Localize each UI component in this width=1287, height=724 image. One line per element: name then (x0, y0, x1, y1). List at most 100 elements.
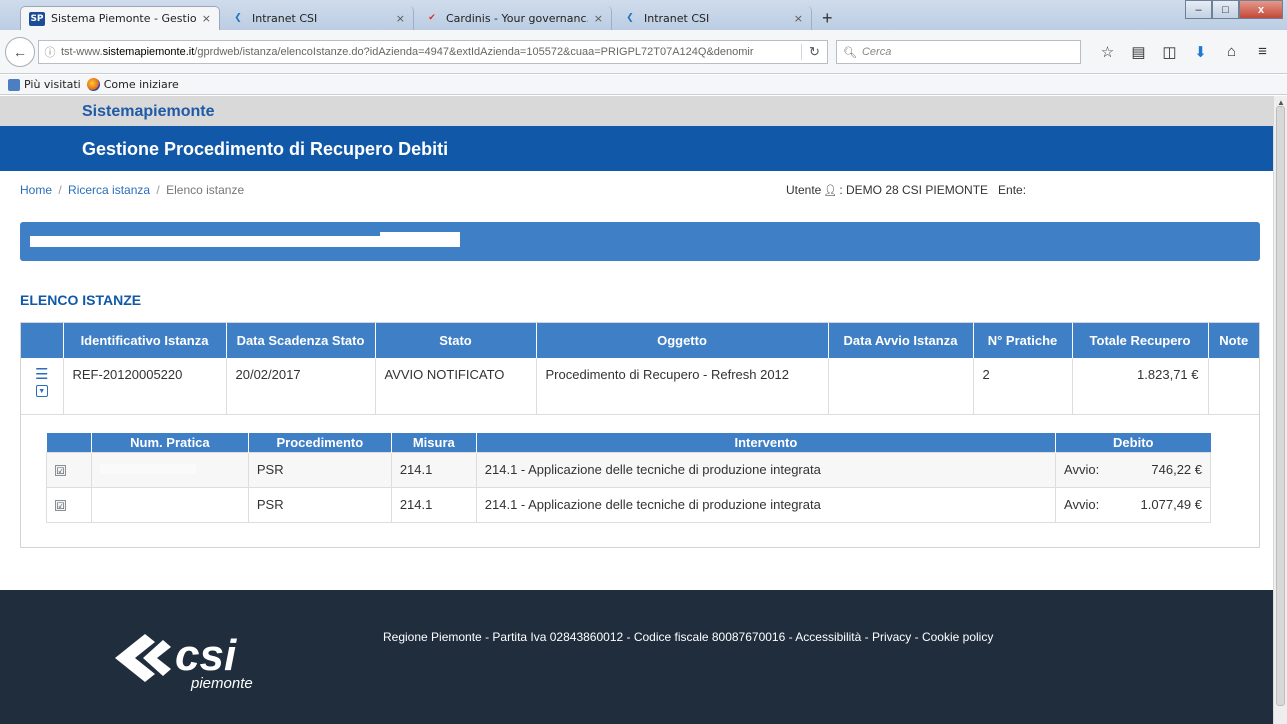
col-header-n-pratiche[interactable]: N° Pratiche (973, 323, 1073, 358)
menu-icon[interactable]: ≡ (1247, 43, 1278, 61)
table-row: ☑ PSR 214.1 214.1 - Applicazione delle t… (46, 486, 1211, 523)
debito-value: 746,22 € (1151, 462, 1202, 477)
col-header-totale[interactable]: Totale Recupero (1072, 323, 1209, 358)
browser-nav-bar: ← ⓘ tst-www.sistemapiemonte.it/gprdweb/i… (0, 30, 1287, 74)
breadcrumb-home[interactable]: Home (20, 183, 52, 197)
breadcrumb-separator: / (58, 183, 62, 197)
minimize-button[interactable]: – (1185, 0, 1212, 19)
search-icon: 🔍︎ (843, 46, 857, 59)
col-header-data-avvio[interactable]: Data Avvio Istanza (828, 323, 974, 358)
close-window-button[interactable]: x (1239, 0, 1283, 19)
bookmarks-list-icon[interactable]: ▤ (1123, 43, 1154, 61)
cell-procedimento: PSR (247, 451, 392, 488)
tab-close-icon[interactable]: × (396, 12, 405, 25)
row-checkbox[interactable]: ☑ (55, 465, 66, 476)
svg-text:piemonte: piemonte (190, 675, 253, 692)
bookmark-most-visited[interactable]: Più visitati (24, 78, 81, 91)
most-visited-icon (8, 78, 20, 91)
download-icon[interactable]: ⬇ (1185, 43, 1216, 61)
brand-name[interactable]: Sistemapiemonte (82, 103, 214, 121)
debito-value: 1.077,49 € (1140, 497, 1202, 512)
col-header-debito[interactable]: Debito (1055, 433, 1211, 452)
redacted-text (99, 464, 196, 474)
expand-row-icon[interactable]: ▼ (35, 385, 48, 397)
sp-favicon-icon: SP (29, 11, 45, 26)
cell-intervento: 214.1 - Applicazione delle tecniche di p… (475, 486, 1057, 523)
cell-intervento: 214.1 - Applicazione delle tecniche di p… (475, 451, 1057, 488)
cell-procedimento: PSR (247, 486, 392, 523)
cell-select: ☑ (46, 451, 92, 488)
csi-favicon-icon: ❮ (234, 13, 242, 23)
cell-n-pratiche: 2 (973, 358, 1073, 415)
home-icon[interactable]: ⌂ (1216, 43, 1247, 61)
tab-title: Intranet CSI (644, 11, 710, 25)
app-title-bar: Gestione Procedimento di Recupero Debiti (0, 126, 1273, 171)
tab-title: Sistema Piemonte - Gestio... (51, 12, 196, 25)
page-footer: csi piemonte Regione Piemonte - Partita … (0, 590, 1273, 724)
tab-close-icon[interactable]: × (202, 12, 211, 25)
col-header-procedimento[interactable]: Procedimento (248, 433, 392, 452)
search-input[interactable]: 🔍︎ Cerca (836, 40, 1081, 64)
window-controls: – □ x (1185, 0, 1283, 19)
col-header-data-scadenza[interactable]: Data Scadenza Stato (226, 323, 376, 358)
col-header-identificativo[interactable]: Identificativo Istanza (63, 323, 227, 358)
footer-legal-text[interactable]: Regione Piemonte - Partita Iva 028438600… (383, 630, 993, 644)
browser-tab-cardinis[interactable]: ✔ Cardinis - Your governanc... × (416, 6, 612, 30)
breadcrumb-ricerca[interactable]: Ricerca istanza (68, 183, 150, 197)
reload-icon[interactable]: ↻ (801, 44, 827, 60)
col-header-note[interactable]: Note (1208, 323, 1259, 358)
cell-misura: 214.1 (390, 451, 477, 488)
pratiche-table: Num. Pratica Procedimento Misura Interve… (46, 433, 1211, 523)
new-tab-button[interactable]: + (822, 8, 833, 29)
cardinis-favicon-icon: ✔ (428, 13, 436, 23)
cell-oggetto: Procedimento di Recupero - Refresh 2012 (536, 358, 829, 415)
cell-stato: AVVIO NOTIFICATO (375, 358, 537, 415)
cell-num-pratica (90, 451, 249, 488)
cell-misura: 214.1 (390, 486, 477, 523)
col-header-misura[interactable]: Misura (391, 433, 477, 452)
breadcrumb: Home / Ricerca istanza / Elenco istanze (20, 183, 244, 197)
debito-label: Avvio: (1064, 497, 1100, 512)
row-actions-cell: ☰ ▼ (21, 358, 64, 415)
url-text: tst-www.sistemapiemonte.it/gprdweb/istan… (61, 46, 754, 58)
firefox-icon (86, 78, 100, 91)
user-icon: 👤︎ (823, 185, 838, 197)
pocket-icon[interactable]: ◫ (1154, 43, 1185, 61)
page-scrollbar[interactable]: ▲ (1273, 96, 1287, 724)
col-header-num-pratica[interactable]: Num. Pratica (91, 433, 249, 452)
cell-num-pratica (90, 486, 249, 523)
back-button[interactable]: ← (5, 37, 35, 67)
table-row: ☰ ▼ REF-20120005220 20/02/2017 AVVIO NOT… (21, 358, 1259, 415)
browser-tab-intranet-csi[interactable]: ❮ Intranet CSI × (222, 6, 414, 30)
user-info: Utente 👤︎: DEMO 28 CSI PIEMONTE Ente: (786, 183, 1026, 197)
row-checkbox[interactable]: ☑ (55, 500, 66, 511)
table-header-row: Identificativo Istanza Data Scadenza Sta… (21, 323, 1259, 358)
cell-data-avvio (828, 358, 974, 415)
svg-text:csi: csi (175, 631, 237, 680)
browser-tab-sistema-piemonte[interactable]: SP Sistema Piemonte - Gestio... × (20, 6, 220, 30)
back-arrow-icon: ← (13, 44, 27, 60)
bookmark-getting-started[interactable]: Come iniziare (104, 78, 179, 91)
tab-close-icon[interactable]: × (594, 12, 603, 25)
section-title: ELENCO ISTANZE (20, 292, 142, 308)
redacted-text (380, 232, 460, 238)
cell-debito: Avvio: 1.077,49 € (1055, 486, 1211, 523)
browser-tab-intranet-csi-2[interactable]: ❮ Intranet CSI × (614, 6, 812, 30)
list-details-icon[interactable]: ☰ (35, 367, 48, 382)
breadcrumb-current: Elenco istanze (166, 183, 245, 197)
cell-data-scadenza: 20/02/2017 (226, 358, 376, 415)
istanze-table: Identificativo Istanza Data Scadenza Sta… (21, 323, 1259, 415)
url-bar[interactable]: ⓘ tst-www.sistemapiemonte.it/gprdweb/ist… (38, 40, 828, 64)
cell-debito: Avvio: 746,22 € (1055, 451, 1211, 488)
bookmark-star-icon[interactable]: ☆ (1092, 43, 1123, 61)
breadcrumb-separator: / (156, 183, 160, 197)
col-header-oggetto[interactable]: Oggetto (536, 323, 829, 358)
scrollbar-thumb[interactable] (1276, 106, 1285, 706)
tab-close-icon[interactable]: × (794, 12, 803, 25)
site-info-icon[interactable]: ⓘ (39, 44, 61, 60)
maximize-button[interactable]: □ (1212, 0, 1239, 19)
debito-label: Avvio: (1064, 462, 1100, 477)
user-name: : DEMO 28 CSI PIEMONTE (839, 183, 989, 197)
col-header-intervento[interactable]: Intervento (476, 433, 1057, 452)
col-header-stato[interactable]: Stato (375, 323, 537, 358)
